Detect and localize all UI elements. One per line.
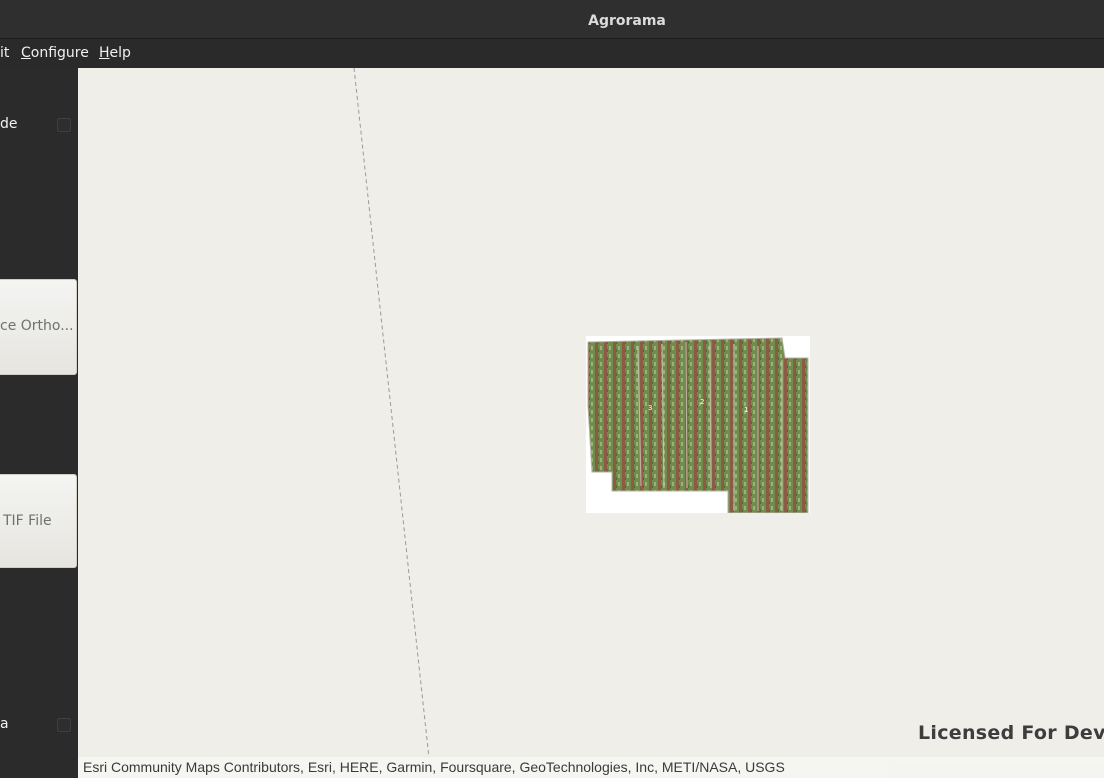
bottom-option-label: a bbox=[0, 716, 9, 732]
map-view[interactable]: 3 2 1 Licensed For Dev Esri Community Ma… bbox=[78, 68, 1104, 778]
bottom-option-checkbox[interactable] bbox=[57, 718, 71, 732]
tif-file-button[interactable]: TIF File bbox=[0, 474, 77, 568]
menu-edit[interactable]: it bbox=[0, 39, 9, 68]
tif-file-button-label: TIF File bbox=[3, 513, 52, 529]
license-watermark: Licensed For Dev bbox=[918, 722, 1104, 744]
menu-help-label: elp bbox=[109, 45, 131, 61]
ortho-marker-1: 1 bbox=[744, 406, 748, 414]
orthomosaic-button[interactable]: ce Ortho... bbox=[0, 279, 77, 375]
menu-configure-label: onfigure bbox=[30, 45, 89, 61]
orthomosaic-button-label: ce Ortho... bbox=[0, 318, 74, 334]
menu-help-accel: H bbox=[99, 45, 110, 61]
mode-checkbox[interactable] bbox=[57, 118, 71, 132]
menu-edit-label: it bbox=[0, 45, 10, 61]
window-title: Agrorama bbox=[588, 13, 666, 29]
menu-help[interactable]: Help bbox=[99, 39, 131, 68]
ortho-marker-3: 3 bbox=[648, 404, 652, 412]
ortho-marker-2: 2 bbox=[700, 398, 704, 406]
map-attribution: Esri Community Maps Contributors, Esri, … bbox=[78, 757, 1104, 778]
sidebar-panel: de ce Ortho... TIF File a bbox=[0, 68, 78, 778]
menu-configure[interactable]: Configure bbox=[21, 39, 89, 68]
orthomosaic-image[interactable]: 3 2 1 bbox=[586, 336, 810, 514]
menu-bar: it Configure Help bbox=[0, 39, 1104, 68]
mode-label: de bbox=[0, 116, 18, 132]
menu-configure-accel: C bbox=[21, 45, 31, 61]
orthomosaic-field-render: 3 2 1 bbox=[587, 337, 809, 514]
title-bar: Agrorama bbox=[0, 0, 1104, 39]
